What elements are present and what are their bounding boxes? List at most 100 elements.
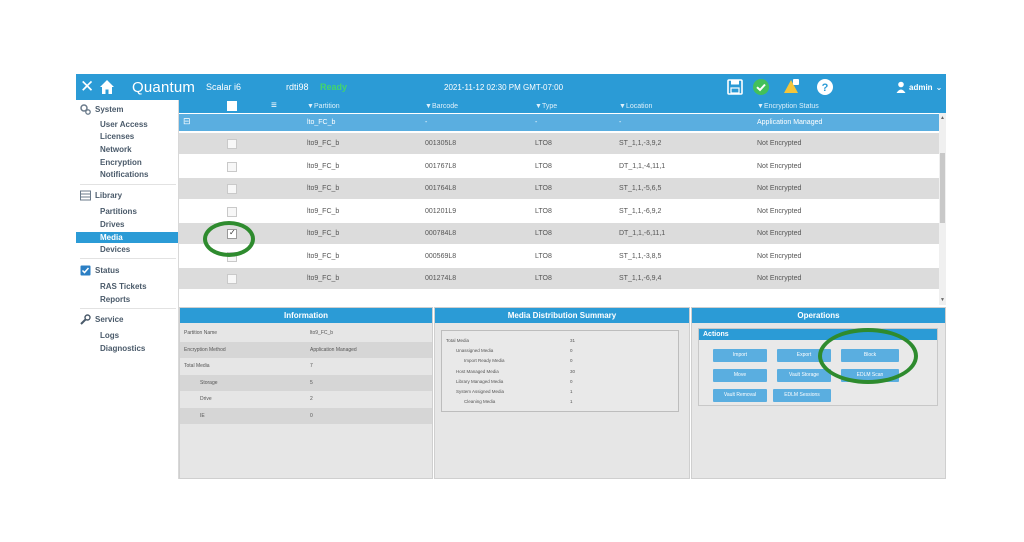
column-header-partition[interactable]: ▼Partition xyxy=(307,103,340,110)
mds-value: 1 xyxy=(570,389,573,394)
sidebar-section-label: Status xyxy=(95,266,120,275)
cell-encryption-status: Not Encrypted xyxy=(757,207,802,215)
info-row: Total Media 7 xyxy=(180,358,432,374)
sidebar-section-label: Service xyxy=(95,315,124,324)
table-row[interactable]: lto9_FC_b 001305L8 LTO8 ST_1,1,-3,9,2 Not En… xyxy=(179,133,939,155)
sidebar-item-notifications[interactable]: Notifications xyxy=(100,170,176,180)
sidebar-item-logs[interactable]: Logs xyxy=(100,331,176,341)
user-menu[interactable]: admin ⌄ xyxy=(896,74,942,100)
row-checkbox[interactable] xyxy=(227,161,237,172)
row-checkbox[interactable] xyxy=(227,274,237,284)
info-value: 2 xyxy=(310,396,313,402)
cell-barcode: 000569L8 xyxy=(425,252,457,260)
home-icon[interactable] xyxy=(98,74,116,100)
info-row: IE 0 xyxy=(180,407,432,424)
sidebar-item-ras-tickets[interactable]: RAS Tickets xyxy=(100,282,176,292)
sidebar-section-system[interactable]: System xyxy=(80,104,123,115)
table-row[interactable]: lto9_FC_b 001767L8 LTO8 DT_1,1,-4,11,1 Not E… xyxy=(179,155,939,178)
sidebar-item-partitions[interactable]: Partitions xyxy=(100,207,176,217)
help-icon[interactable]: ? xyxy=(816,74,834,100)
mds-label: Unassigned Media xyxy=(456,348,494,354)
chevron-down-icon: ⌄ xyxy=(935,82,943,92)
move-button[interactable]: Move xyxy=(713,369,767,382)
checkbox-icon xyxy=(80,265,91,276)
info-value: 5 xyxy=(310,379,313,386)
cell-barcode: 001201L9 xyxy=(425,207,457,215)
information-panel: Information Partition Name lto9_FC_b Encry… xyxy=(179,307,433,479)
sidebar-item-user-access[interactable]: User Access xyxy=(100,120,176,130)
info-row: Partition Name lto9_FC_b xyxy=(180,325,432,341)
table-row[interactable]: lto9_FC_b 000784L8 LTO8 DT_1,1,-6,11,1 Not E… xyxy=(179,223,939,245)
collapse-toggle-icon[interactable]: ⊟ xyxy=(183,116,191,127)
cell-type: - xyxy=(535,119,538,126)
cell-encryption-status: Not Encrypted xyxy=(757,275,802,282)
sidebar-item-devices[interactable]: Devices xyxy=(100,245,176,255)
sidebar-item-encryption[interactable]: Encryption xyxy=(100,158,176,168)
column-header-label: Encryption Status xyxy=(763,103,819,110)
grid-header: ≡ ▼Partition ▼Barcode ▼Type ▼Location ▼E… xyxy=(179,100,946,113)
column-header-location[interactable]: ▼Location xyxy=(619,103,652,110)
sidebar-section-status[interactable]: Status xyxy=(80,265,119,276)
scroll-down-arrow-icon[interactable]: ▼ xyxy=(940,297,945,303)
brand-logo: Quantum xyxy=(132,78,196,96)
sidebar-item-network[interactable]: Network xyxy=(100,145,176,155)
cell-type: LTO8 xyxy=(535,275,552,282)
sidebar: System User Access Licenses Network Encr… xyxy=(76,100,179,479)
group-row[interactable]: ⊟ lto_FC_b - - - Application Managed xyxy=(179,114,939,132)
sidebar-item-media[interactable]: Media xyxy=(76,232,178,243)
info-label: Drive xyxy=(200,396,212,402)
sidebar-item-reports[interactable]: Reports xyxy=(100,295,176,305)
import-button[interactable]: Import xyxy=(713,349,767,362)
check-icon[interactable] xyxy=(752,74,770,100)
info-label: Storage xyxy=(200,379,218,386)
sidebar-item-diagnostics[interactable]: Diagnostics xyxy=(100,344,176,354)
table-row[interactable]: lto9_FC_b 000569L8 LTO8 ST_1,1,-3,8,5 Not En… xyxy=(179,245,939,268)
vault-removal-button[interactable]: Vault Removal xyxy=(713,389,767,402)
column-header-encryption-status[interactable]: ▼Encryption Status xyxy=(757,103,819,110)
divider xyxy=(80,258,176,259)
sidebar-item-drives[interactable]: Drives xyxy=(100,220,176,230)
cell-barcode: 001305L8 xyxy=(425,140,457,147)
info-value: Application Managed xyxy=(310,346,357,353)
row-checkbox[interactable] xyxy=(227,139,237,149)
cell-encryption-status: Not Encrypted xyxy=(757,230,802,237)
table-row[interactable]: lto9_FC_b 001764L8 LTO8 ST_1,1,-5,6,5 Not En… xyxy=(179,178,939,200)
close-icon[interactable]: ✕ xyxy=(80,74,94,100)
top-bar: ✕ Quantum Scalar i6 rdti98 Ready 2021-11… xyxy=(76,74,946,100)
cell-partition: lto9_FC_b xyxy=(307,275,340,282)
cell-type: LTO8 xyxy=(535,162,552,170)
sidebar-section-service[interactable]: Service xyxy=(80,314,123,325)
mds-label: Total Media xyxy=(446,338,470,343)
mds-value: 0 xyxy=(570,348,573,354)
svg-text:?: ? xyxy=(822,82,829,94)
cell-encryption-status: Not Encrypted xyxy=(757,252,802,260)
vault-storage-button[interactable]: Vault Storage xyxy=(777,369,831,382)
column-menu-icon[interactable]: ≡ xyxy=(271,100,277,111)
info-label: Partition Name xyxy=(184,330,218,336)
scrollbar-thumb[interactable] xyxy=(940,153,945,223)
save-icon[interactable] xyxy=(726,74,744,100)
edlm-sessions-button[interactable]: EDLM Sessions xyxy=(773,389,831,402)
product-name: Scalar i6 xyxy=(206,82,242,92)
info-label: Total Media xyxy=(184,363,210,369)
select-all-checkbox[interactable] xyxy=(227,101,237,111)
notification-icon[interactable] xyxy=(782,74,800,100)
operations-panel: Operations Actions Import Export Block M… xyxy=(691,307,946,479)
cell-location: ST_1,1,-5,6,5 xyxy=(619,185,662,192)
info-value: 7 xyxy=(310,363,313,369)
column-header-type[interactable]: ▼Type xyxy=(535,103,557,110)
cell-encryption-status: Not Encrypted xyxy=(757,185,802,192)
sidebar-item-licenses[interactable]: Licenses xyxy=(100,132,176,142)
cell-partition: lto9_FC_b xyxy=(307,230,340,237)
column-header-barcode[interactable]: ▼Barcode xyxy=(425,103,458,110)
table-row[interactable]: lto9_FC_b 001274L8 LTO8 ST_1,1,-6,9,4 Not En… xyxy=(179,268,939,290)
row-checkbox[interactable] xyxy=(227,206,237,217)
sidebar-section-library[interactable]: Library xyxy=(80,190,122,201)
row-checkbox[interactable] xyxy=(227,184,237,194)
information-title: Information xyxy=(180,308,432,323)
sidebar-section-label: Library xyxy=(95,191,123,200)
media-distribution-summary-panel: Media Distribution Summary Total Media 31… xyxy=(434,307,690,479)
table-row[interactable]: lto9_FC_b 001201L9 LTO8 ST_1,1,-6,9,2 Not En… xyxy=(179,200,939,223)
grid-scrollbar[interactable]: ▲ ▼ xyxy=(939,113,946,305)
scroll-up-arrow-icon[interactable]: ▲ xyxy=(940,115,945,121)
